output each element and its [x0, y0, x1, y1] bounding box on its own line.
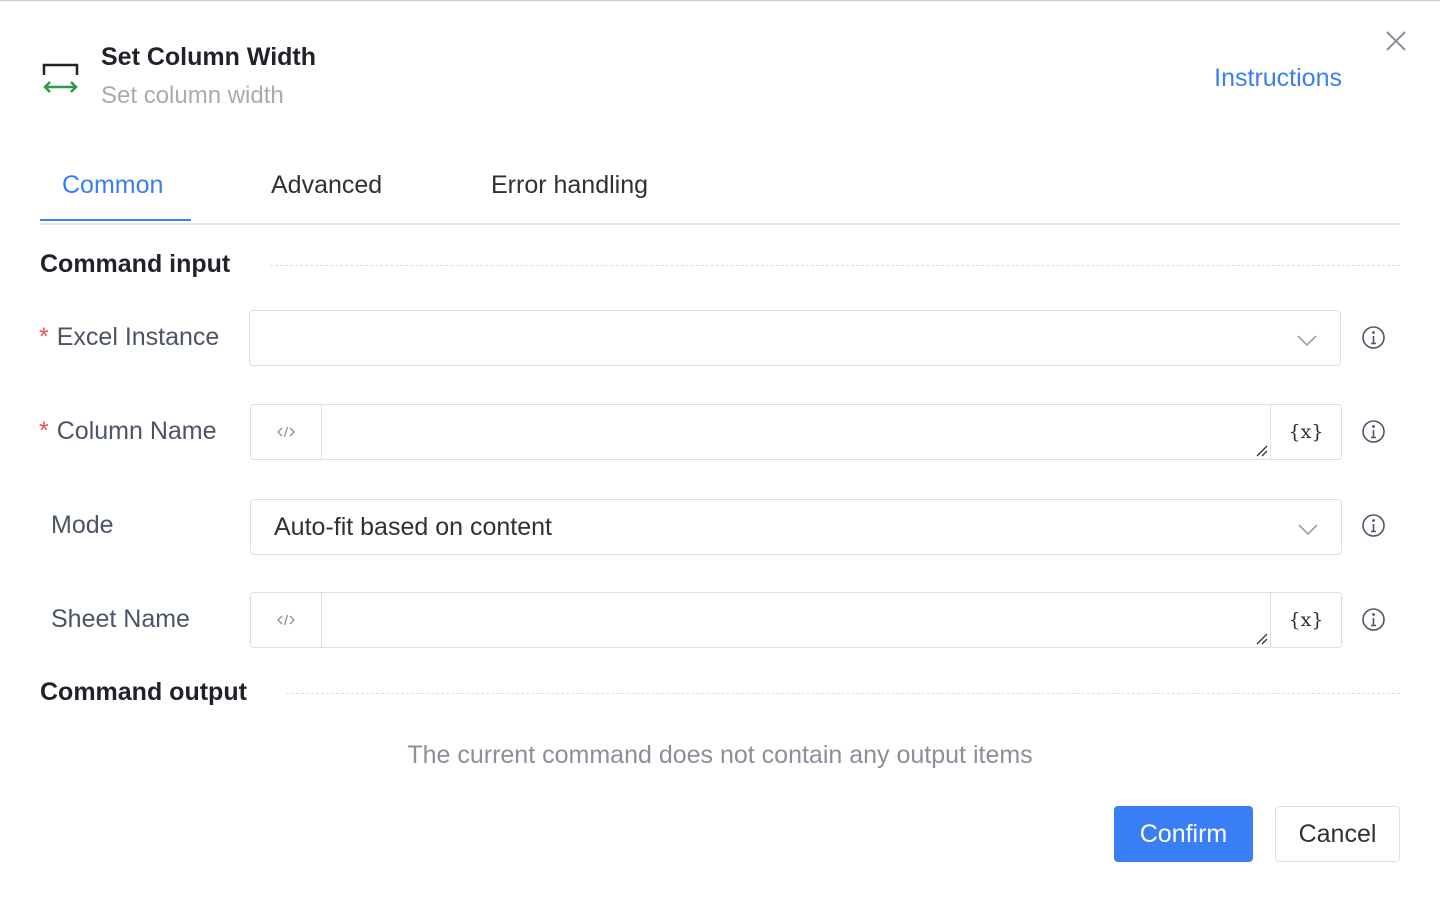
no-output-message: The current command does not contain any…: [407, 741, 1033, 769]
resize-handle-icon[interactable]: [1256, 445, 1268, 457]
tab-advanced[interactable]: Advanced: [271, 171, 382, 200]
code-mode-button[interactable]: [251, 405, 322, 459]
mode-value: Auto-fit based on content: [274, 513, 552, 541]
info-icon[interactable]: [1361, 419, 1386, 444]
code-mode-button[interactable]: [251, 593, 322, 647]
mode-select[interactable]: Auto-fit based on content: [250, 499, 1342, 555]
column-name-field: {x}: [250, 404, 1342, 460]
required-mark: *: [39, 417, 49, 445]
active-tab-indicator: [40, 219, 191, 221]
column-width-icon: [42, 63, 79, 93]
tab-bar: Common Advanced Error handling: [40, 161, 1400, 225]
chevron-down-icon: [1297, 335, 1317, 347]
section-divider: [270, 265, 1400, 266]
dialog-title: Set Column Width: [101, 43, 317, 71]
instructions-link[interactable]: Instructions: [1214, 64, 1342, 93]
section-divider: [286, 693, 1400, 694]
mode-label: Mode: [51, 511, 114, 539]
excel-instance-label: * Excel Instance: [39, 323, 220, 351]
chevron-down-icon: [1298, 524, 1318, 536]
command-input-heading: Command input: [40, 250, 231, 278]
insert-variable-button[interactable]: {x}: [1270, 593, 1341, 647]
tab-common[interactable]: Common: [62, 171, 163, 200]
column-name-input[interactable]: [322, 405, 1270, 459]
sheet-name-field: {x}: [250, 592, 1342, 648]
resize-handle-icon[interactable]: [1256, 633, 1268, 645]
dialog-subtitle: Set column width: [101, 82, 284, 109]
code-icon: [277, 614, 295, 626]
sheet-name-input[interactable]: [322, 593, 1270, 647]
sheet-name-label: Sheet Name: [51, 605, 190, 633]
required-mark: *: [39, 323, 49, 351]
info-icon[interactable]: [1361, 513, 1386, 538]
confirm-button[interactable]: Confirm: [1114, 806, 1253, 862]
tab-error-handling[interactable]: Error handling: [491, 171, 648, 200]
cancel-button[interactable]: Cancel: [1275, 806, 1400, 862]
column-name-label: * Column Name: [39, 417, 217, 445]
excel-instance-select[interactable]: [249, 310, 1341, 366]
close-icon[interactable]: [1384, 29, 1408, 53]
info-icon[interactable]: [1361, 325, 1386, 350]
code-icon: [277, 426, 295, 438]
insert-variable-button[interactable]: {x}: [1270, 405, 1341, 459]
command-output-heading: Command output: [40, 678, 247, 706]
info-icon[interactable]: [1361, 607, 1386, 632]
set-column-width-dialog: Set Column Width Set column width Instru…: [0, 1, 1440, 902]
